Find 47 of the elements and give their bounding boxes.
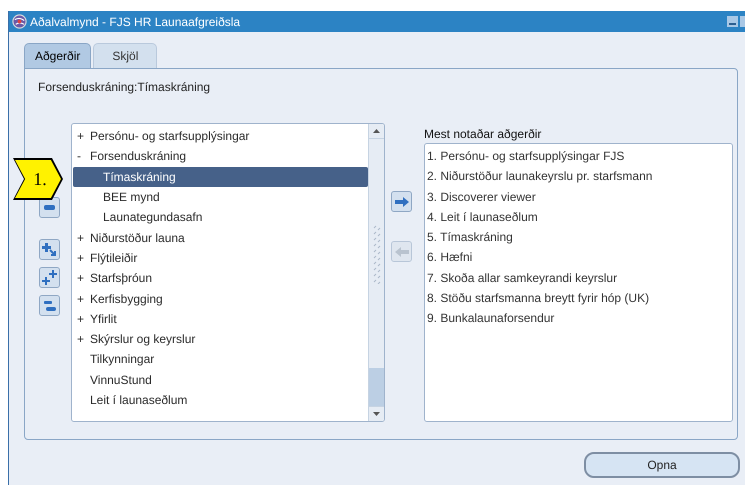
scrollbar[interactable] — [368, 124, 384, 421]
tree-item[interactable]: Leit í launaseðlum — [73, 390, 368, 410]
list-item[interactable]: 1. Persónu- og starfsupplýsingar FJS — [427, 146, 732, 166]
double-plus-icon — [42, 270, 58, 286]
collapse-all-button[interactable] — [39, 295, 60, 316]
tree-item[interactable]: + Skýrslur og keyrslur — [73, 328, 368, 350]
minimize-button[interactable] — [727, 16, 738, 27]
expand-all-button[interactable] — [39, 267, 60, 288]
list-item[interactable]: 8. Stöðu starfsmanna breytt fyrir hóp (UK) — [427, 288, 732, 308]
tree-item[interactable]: VinnuStund — [73, 370, 368, 390]
up-arrow-icon — [373, 129, 380, 133]
tree-item[interactable]: BEE mynd — [73, 186, 368, 208]
tab[interactable]: Skjöl — [93, 43, 158, 68]
list-item[interactable]: 9. Bunkalaunaforsendur — [427, 308, 732, 329]
list-item[interactable]: 3. Discoverer viewer — [427, 186, 732, 207]
tree-item[interactable]: - Forsenduskráning — [73, 146, 368, 167]
breadcrumb: Forsenduskráning:Tímaskráning — [38, 79, 212, 96]
tree-item[interactable]: + Kerfisbygging — [73, 288, 368, 309]
tree-item[interactable]: + Flýtileiðir — [73, 248, 368, 268]
window-title: Aðalvalmynd - FJS HR Launaafgreiðsla — [30, 14, 240, 30]
tree-item[interactable]: + Yfirlit — [73, 308, 368, 329]
tree-item[interactable]: + Niðurstöður launa — [73, 227, 368, 248]
scrollbar-shade — [369, 368, 384, 406]
grip-icon — [372, 224, 380, 284]
left-arrow-icon — [394, 246, 408, 256]
tree-item[interactable]: Tilkynningar — [73, 349, 368, 370]
list-title: Mest notaðar aðgerðir — [424, 127, 542, 143]
tree-item[interactable]: Tímaskráning — [73, 166, 368, 187]
down-arrow-icon — [373, 412, 380, 416]
tree-item[interactable]: Launategundasafn — [73, 207, 368, 228]
tree-item[interactable]: + Starfsþróun — [73, 268, 368, 288]
expand-branch-button[interactable] — [39, 239, 60, 260]
list-item[interactable]: 7. Skoða allar samkeyrandi keyrslur — [427, 268, 732, 288]
plus-arrow-icon — [42, 242, 58, 258]
tree-item[interactable]: + Persónu- og starfsupplýsingar — [73, 126, 368, 146]
list-item[interactable]: 6. Hæfni — [427, 247, 732, 268]
add-button[interactable] — [391, 191, 412, 212]
collapse-button[interactable] — [39, 197, 60, 218]
right-arrow-icon — [394, 196, 408, 206]
tab[interactable]: Aðgerðir — [24, 43, 92, 68]
open-button[interactable]: Opna — [584, 452, 740, 478]
globe-icon — [12, 14, 27, 29]
list-item[interactable]: 5. Tímaskráning — [427, 227, 732, 248]
list-item[interactable]: 4. Leit í launaseðlum — [427, 206, 732, 228]
double-minus-icon — [44, 300, 56, 312]
minus-icon — [44, 205, 55, 210]
list-item[interactable]: 2. Niðurstöður launakeyrslu pr. starfsmann — [427, 166, 732, 187]
